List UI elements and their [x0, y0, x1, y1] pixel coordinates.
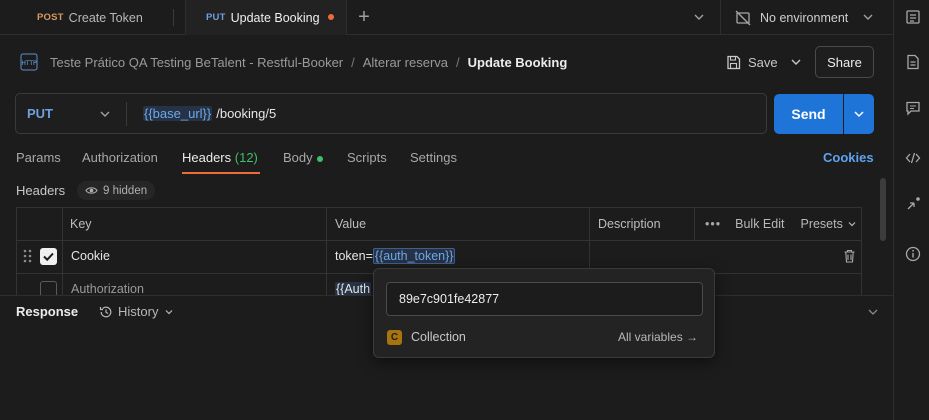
send-button[interactable]: Send [774, 94, 843, 134]
value-variable[interactable]: {{auth_token}} [372, 248, 456, 264]
column-key: Key [70, 217, 92, 231]
breadcrumb: HTTP Teste Prático QA Testing BeTalent -… [20, 52, 567, 72]
tab-headers-label: Headers [182, 150, 232, 165]
header-value[interactable]: token= {{auth_token}} [335, 248, 456, 264]
presets-button[interactable]: Presets [800, 217, 842, 231]
bulk-edit-button[interactable]: Bulk Edit [735, 217, 784, 231]
scrollbar[interactable] [880, 178, 886, 241]
url-path: /booking/5 [216, 106, 277, 121]
tab-divider [173, 9, 174, 26]
tab-update-booking[interactable]: PUT Update Booking [185, 0, 347, 35]
right-sidebar [893, 0, 929, 420]
more-options-icon[interactable]: ••• [705, 217, 721, 231]
tab-headers[interactable]: Headers (12) [182, 150, 258, 165]
environment-selector[interactable]: No environment [735, 0, 848, 35]
tab-label: Update Booking [230, 10, 320, 25]
history-button[interactable]: History [99, 304, 179, 319]
drag-handle-icon[interactable] [23, 249, 33, 263]
body-status-dot-icon [316, 155, 323, 162]
environment-quick-look-icon[interactable] [905, 9, 921, 25]
checkmark-icon [43, 252, 54, 262]
method-selector[interactable]: PUT [27, 106, 53, 121]
active-tab-indicator [182, 172, 260, 174]
column-divider [326, 208, 327, 295]
column-divider [62, 208, 63, 295]
chevron-down-icon[interactable] [789, 55, 803, 69]
breadcrumb-collection[interactable]: Teste Prático QA Testing BeTalent - Rest… [50, 55, 343, 70]
breadcrumb-separator: / [351, 54, 355, 70]
all-variables-link[interactable]: All variables → [618, 330, 698, 344]
save-label: Save [748, 54, 778, 70]
tab-params[interactable]: Params [16, 150, 61, 165]
no-environment-icon [735, 10, 751, 25]
chevron-down-icon[interactable] [692, 10, 706, 24]
info-icon[interactable] [905, 246, 921, 262]
chevron-down-icon[interactable] [861, 10, 875, 24]
save-icon [727, 55, 741, 69]
tab-scripts[interactable]: Scripts [347, 150, 387, 165]
share-button[interactable]: Share [815, 46, 874, 78]
tab-settings[interactable]: Settings [410, 150, 457, 165]
save-button[interactable]: Save [726, 52, 778, 72]
history-label: History [118, 304, 159, 319]
variable-scope: Collection [411, 330, 466, 344]
trash-icon[interactable] [843, 249, 856, 263]
tab-method: PUT [206, 12, 226, 23]
divider [720, 0, 721, 35]
breadcrumb-separator: / [456, 54, 460, 70]
http-request-icon: HTTP [20, 53, 38, 71]
headers-section-title: Headers [16, 183, 66, 198]
tab-body-label: Body [283, 150, 313, 165]
tab-label: Create Token [68, 10, 143, 25]
row-divider [17, 240, 861, 241]
tab-authorization[interactable]: Authorization [82, 150, 158, 165]
code-icon[interactable] [905, 150, 921, 166]
comments-icon[interactable] [905, 100, 921, 116]
history-icon [99, 306, 112, 317]
tab-method: POST [37, 12, 64, 23]
column-value: Value [335, 217, 367, 231]
eye-icon [85, 187, 98, 194]
chevron-down-icon [166, 309, 173, 314]
value-variable[interactable]: {{Auth [335, 282, 372, 295]
url-bar: PUT {{base_url}} /booking/5 [15, 93, 767, 134]
row-checkbox[interactable] [40, 248, 57, 265]
breadcrumb-folder[interactable]: Alterar reserva [363, 55, 448, 70]
column-description: Description [598, 217, 661, 231]
response-title[interactable]: Response [16, 304, 78, 319]
new-tab-button[interactable]: + [355, 7, 373, 27]
url-input[interactable]: {{base_url}} /booking/5 [143, 106, 276, 121]
url-variable[interactable]: {{base_url}} [143, 106, 213, 121]
collection-badge-icon: C [387, 330, 402, 345]
tab-body[interactable]: Body [283, 150, 323, 165]
headers-count: (12) [234, 150, 258, 165]
variable-popover: 89e7c901fe42877 C Collection All variabl… [373, 268, 715, 358]
send-options-button[interactable] [844, 94, 874, 134]
value-prefix: token= [335, 249, 373, 263]
tab-create-token[interactable]: POST Create Token [37, 0, 143, 35]
variable-value-input[interactable]: 89e7c901fe42877 [386, 282, 703, 316]
chevron-down-icon[interactable] [98, 107, 112, 121]
chevron-down-icon [848, 222, 856, 227]
divider [126, 102, 127, 126]
header-key[interactable]: Authorization [71, 282, 144, 295]
breadcrumb-request[interactable]: Update Booking [468, 55, 568, 70]
unsaved-dot-icon [328, 14, 334, 20]
cookies-link[interactable]: Cookies [823, 150, 874, 165]
environment-label: No environment [760, 10, 849, 25]
hidden-headers-label: 9 hidden [103, 184, 148, 197]
hidden-headers-toggle[interactable]: 9 hidden [77, 181, 156, 200]
table-actions: ••• Bulk Edit Presets [705, 208, 857, 240]
row-checkbox[interactable] [40, 281, 57, 295]
chevron-down-icon[interactable] [866, 305, 880, 319]
chevron-down-icon [854, 111, 864, 118]
tab-bar: POST Create Token PUT Update Booking + N… [0, 0, 893, 35]
related-collections-icon[interactable] [905, 196, 921, 212]
svg-text:HTTP: HTTP [21, 60, 37, 67]
header-key[interactable]: Cookie [71, 249, 110, 263]
documentation-icon[interactable] [905, 54, 921, 70]
column-divider [694, 208, 695, 240]
